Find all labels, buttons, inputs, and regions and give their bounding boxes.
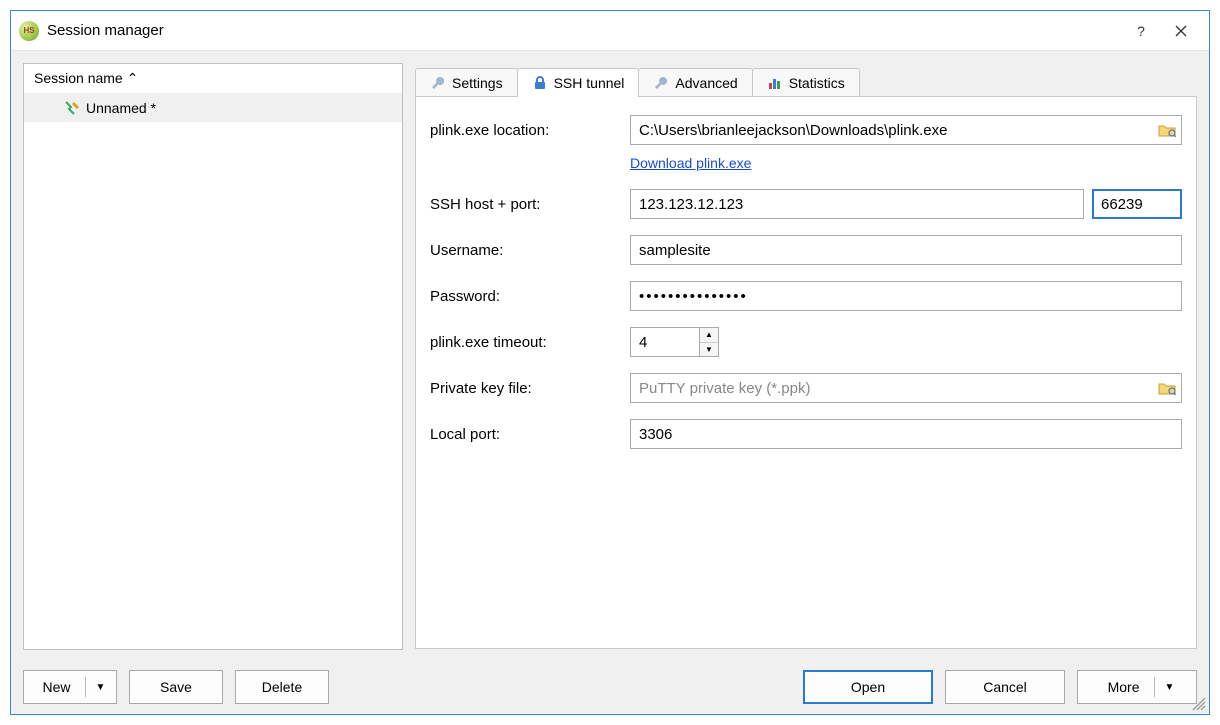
close-icon bbox=[1175, 25, 1187, 37]
local-port-input[interactable] bbox=[630, 419, 1182, 449]
ssh-host-input[interactable] bbox=[630, 189, 1084, 219]
folder-browse-icon[interactable] bbox=[1158, 381, 1176, 395]
tab-content-ssh-tunnel: plink.exe location: bbox=[415, 96, 1197, 649]
private-key-input[interactable] bbox=[630, 373, 1182, 403]
session-item-label: Unnamed * bbox=[86, 100, 156, 116]
app-icon: HS bbox=[19, 21, 39, 41]
right-panel: Settings SSH tunnel Advanced bbox=[415, 63, 1197, 650]
plink-location-label: plink.exe location: bbox=[430, 122, 630, 139]
tab-ssh-tunnel[interactable]: SSH tunnel bbox=[517, 68, 640, 97]
session-icon bbox=[64, 100, 80, 116]
titlebar: HS Session manager ? bbox=[11, 11, 1209, 51]
session-manager-dialog: HS Session manager ? Session name ⌃ Unna… bbox=[10, 10, 1210, 715]
open-button[interactable]: Open bbox=[803, 670, 933, 704]
bar-chart-icon bbox=[767, 75, 783, 91]
window-title: Session manager bbox=[47, 22, 1121, 39]
password-input[interactable] bbox=[630, 281, 1182, 311]
folder-browse-icon[interactable] bbox=[1158, 123, 1176, 137]
help-button[interactable]: ? bbox=[1121, 16, 1161, 46]
wrench-icon bbox=[653, 75, 669, 91]
session-list[interactable]: Session name ⌃ Unnamed * bbox=[23, 63, 403, 650]
caret-down-icon: ▼ bbox=[1165, 682, 1175, 693]
plink-location-input[interactable] bbox=[630, 115, 1182, 145]
more-button[interactable]: More ▼ bbox=[1077, 670, 1197, 704]
username-label: Username: bbox=[430, 242, 630, 259]
cancel-button[interactable]: Cancel bbox=[945, 670, 1065, 704]
local-port-label: Local port: bbox=[430, 426, 630, 443]
close-button[interactable] bbox=[1161, 16, 1201, 46]
left-panel: Session name ⌃ Unnamed * bbox=[23, 63, 403, 650]
caret-down-icon: ▼ bbox=[96, 682, 106, 693]
timeout-label: plink.exe timeout: bbox=[430, 334, 630, 351]
spinner-down-button[interactable]: ▼ bbox=[700, 343, 718, 357]
lock-icon bbox=[532, 75, 548, 91]
dialog-body: Session name ⌃ Unnamed * Settings bbox=[11, 51, 1209, 662]
resize-grip[interactable] bbox=[1191, 696, 1207, 712]
tab-row: Settings SSH tunnel Advanced bbox=[415, 63, 1197, 97]
spinner-up-button[interactable]: ▲ bbox=[700, 328, 718, 343]
ssh-port-input[interactable] bbox=[1092, 189, 1182, 219]
download-plink-link[interactable]: Download plink.exe bbox=[630, 155, 751, 171]
timeout-input[interactable] bbox=[630, 327, 700, 357]
resize-grip-icon bbox=[1191, 696, 1207, 712]
password-label: Password: bbox=[430, 288, 630, 305]
new-button[interactable]: New ▼ bbox=[23, 670, 117, 704]
private-key-label: Private key file: bbox=[430, 380, 630, 397]
delete-button[interactable]: Delete bbox=[235, 670, 329, 704]
tab-statistics[interactable]: Statistics bbox=[752, 68, 860, 97]
timeout-spinner[interactable]: ▲ ▼ bbox=[630, 327, 719, 357]
tab-settings[interactable]: Settings bbox=[415, 68, 518, 97]
ssh-host-label: SSH host + port: bbox=[430, 196, 630, 213]
save-button[interactable]: Save bbox=[129, 670, 223, 704]
session-list-header[interactable]: Session name ⌃ bbox=[24, 64, 402, 94]
button-row: New ▼ Save Delete Open Cancel More ▼ bbox=[11, 662, 1209, 714]
wrench-icon bbox=[430, 75, 446, 91]
tab-advanced[interactable]: Advanced bbox=[638, 68, 752, 97]
username-input[interactable] bbox=[630, 235, 1182, 265]
session-item-unnamed[interactable]: Unnamed * bbox=[24, 94, 402, 122]
